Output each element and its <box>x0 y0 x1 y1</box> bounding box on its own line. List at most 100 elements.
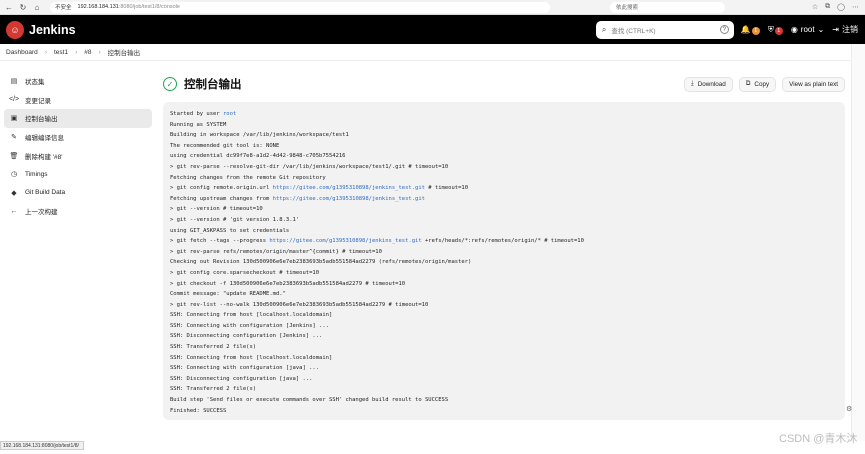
browser-search-placeholder: 依此搜索 <box>616 5 639 11</box>
page-header: ✓ 控制台输出 ⤓ Download ⧉ Copy View as plain te… <box>163 74 845 94</box>
breadcrumb-job[interactable]: test1 <box>54 49 68 56</box>
console-output: Started by user root Running as SYSTEM Bui… <box>163 102 845 420</box>
copy-button[interactable]: ⧉ Copy <box>738 76 777 92</box>
console-line: > git fetch --tags --progress https://gi… <box>170 236 838 247</box>
console-text: Fetching upstream changes from <box>170 195 273 202</box>
console-line: > git rev-list --no-walk 130d500906e6e7e… <box>170 300 838 311</box>
console-text: > git rev-parse refs/remotes/origin/mast… <box>170 248 382 255</box>
console-text: Building in workspace /var/lib/jenkins/w… <box>170 132 349 139</box>
console-line: Commit message: "update README.md." <box>170 289 838 300</box>
console-line: > git rev-parse refs/remotes/origin/mast… <box>170 247 838 258</box>
favorites-icon[interactable]: ☆ <box>812 3 818 11</box>
console-line: SSH: Transferred 2 file(s) <box>170 342 838 353</box>
user-icon: ◉ <box>790 25 798 34</box>
breadcrumb-dashboard[interactable]: Dashboard <box>6 49 38 56</box>
sidebar-item-changes[interactable]: </> 变更记录 <box>4 91 152 110</box>
breadcrumb-build[interactable]: #8 <box>84 49 91 56</box>
sidebar-item-console[interactable]: ▣ 控制台输出 <box>4 109 152 128</box>
brand-name[interactable]: Jenkins <box>29 23 76 37</box>
code-icon: </> <box>9 96 20 104</box>
console-text: SSH: Disconnecting configuration [java] … <box>170 375 313 382</box>
sidebar-item-status[interactable]: ▤ 状态集 <box>4 72 152 91</box>
console-link[interactable]: root <box>223 111 236 117</box>
security-button[interactable]: ⛨ 1 <box>768 25 783 35</box>
console-text: > git config core.sparsecheckout # timeo… <box>170 269 320 276</box>
sidebar-item-timings[interactable]: ◷ Timings <box>4 165 152 184</box>
console-text: SSH: Connecting from host [localhost.loc… <box>170 354 333 361</box>
console-text: Build step 'Send files or execute comman… <box>170 397 449 404</box>
settings-icon[interactable]: ⚙ <box>846 405 852 413</box>
home-icon[interactable]: ⌂ <box>32 2 42 12</box>
console-line: > git checkout -f 130d500906e6e7eb238369… <box>170 279 838 290</box>
console-line: > git config core.sparsecheckout # timeo… <box>170 268 838 279</box>
view-plain-text-button[interactable]: View as plain text <box>782 76 845 92</box>
console-text: SSH: Disconnecting configuration [Jenkin… <box>170 333 323 340</box>
console-line: Started by user root <box>170 109 838 120</box>
console-link[interactable]: https://gitee.com/g1395310898/jenkins_te… <box>269 238 421 244</box>
header-actions: 🔔 1 ⛨ 1 ◉ root ⌄ ⇥ 注销 <box>741 24 858 35</box>
address-bar[interactable]: 不安全 192.168.184.131:8080/job/test1/8/con… <box>50 1 550 13</box>
console-text: Fetching changes from the remote Git rep… <box>170 174 326 181</box>
browser-icons: ☆ ⧉ ◯ ⋯ <box>812 3 859 11</box>
sidebar-item-git-build-data[interactable]: ◆ Git Build Data <box>4 184 152 203</box>
collections-icon[interactable]: ⧉ <box>825 3 830 11</box>
search-input[interactable]: ⌕ 查找 (CTRL+K) ? <box>595 20 734 39</box>
sidebar-item-label: Timings <box>25 170 48 178</box>
console-line: The recommended git tool is: NONE <box>170 141 838 152</box>
search-icon: ⌕ <box>601 24 607 34</box>
reload-icon[interactable]: ↻ <box>18 2 28 12</box>
sidebar-item-delete-build[interactable]: 🗑 删除构建 '#8' <box>4 146 152 165</box>
console-link[interactable]: https://gitee.com/g1395310898/jenkins_te… <box>273 185 425 191</box>
browser-search-input[interactable]: 依此搜索 <box>610 1 725 13</box>
user-menu[interactable]: ◉ root ⌄ <box>791 25 824 34</box>
console-text: Checking out Revision 130d500906e6e7eb23… <box>170 259 472 266</box>
download-label: Download <box>697 80 726 88</box>
logout-button[interactable]: ⇥ 注销 <box>832 24 858 35</box>
breadcrumb: Dashboard › test1 › #8 › 控制台输出 <box>0 44 865 61</box>
back-icon[interactable]: ← <box>4 2 14 12</box>
more-icon[interactable]: ⋯ <box>852 3 859 11</box>
console-link[interactable]: https://gitee.com/g1395310898/jenkins_te… <box>273 196 425 202</box>
notifications-badge: 1 <box>751 26 760 35</box>
console-line: Running as SYSTEM <box>170 120 838 131</box>
logout-label: 注销 <box>842 25 858 34</box>
breadcrumb-console[interactable]: 控制台输出 <box>108 47 141 57</box>
sidebar-item-label: 状态集 <box>25 79 45 87</box>
sidebar-item-label: 删除构建 '#8' <box>25 153 63 161</box>
console-text: SSH: Transferred 2 file(s) <box>170 386 257 393</box>
terminal-icon: ▣ <box>10 115 18 123</box>
view-plain-text-label: View as plain text <box>789 80 838 88</box>
console-line: SSH: Disconnecting configuration [Jenkin… <box>170 331 838 342</box>
console-line: SSH: Disconnecting configuration [java] … <box>170 374 838 385</box>
right-rail <box>851 44 865 441</box>
status-bar-url: 192.168.184.131:8080/job/test1/8/ <box>0 441 84 450</box>
profile-icon[interactable]: ◯ <box>837 3 845 11</box>
arrow-left-icon: ← <box>10 207 18 215</box>
console-line: Build step 'Send files or execute comman… <box>170 395 838 406</box>
console-text: SSH: Connecting with configuration [java… <box>170 365 320 372</box>
sidebar-item-label: 控制台输出 <box>25 116 58 124</box>
chevron-down-icon: ⌄ <box>817 25 825 34</box>
sidebar-item-previous-build[interactable]: ← 上一次构建 <box>4 202 152 221</box>
sidebar-item-label: Git Build Data <box>25 189 66 197</box>
user-name: root <box>800 25 815 34</box>
console-text: Started by user <box>170 111 223 117</box>
console-line: Finished: SUCCESS <box>170 406 838 417</box>
jenkins-header: ☺ Jenkins ⌕ 查找 (CTRL+K) ? 🔔 1 ⛨ 1 ◉ root ⌄ ⇥… <box>0 15 865 44</box>
breadcrumb-separator-icon: › <box>44 48 47 56</box>
notifications-button[interactable]: 🔔 1 <box>741 25 760 35</box>
sidebar-item-edit-info[interactable]: ✎ 编辑编译信息 <box>4 128 152 147</box>
console-line: SSH: Connecting with configuration [java… <box>170 363 838 374</box>
console-line: using GIT_ASKPASS to set credentials <box>170 226 838 237</box>
insecure-label: 不安全 <box>55 5 72 11</box>
search-placeholder: 查找 (CTRL+K) <box>611 27 656 35</box>
clock-icon: ◷ <box>10 171 18 179</box>
git-icon: ◆ <box>11 189 17 197</box>
help-icon[interactable]: ? <box>719 25 729 34</box>
download-button[interactable]: ⤓ Download <box>683 76 733 92</box>
console-text: > git rev-list --no-walk 130d500906e6e7e… <box>170 301 429 308</box>
console-line: SSH: Connecting from host [localhost.loc… <box>170 310 838 321</box>
url-path: :8080/job/test1/8/console <box>118 4 180 10</box>
jenkins-logo-icon[interactable]: ☺ <box>6 20 24 39</box>
console-line: > git config remote.origin.url https://g… <box>170 183 838 194</box>
